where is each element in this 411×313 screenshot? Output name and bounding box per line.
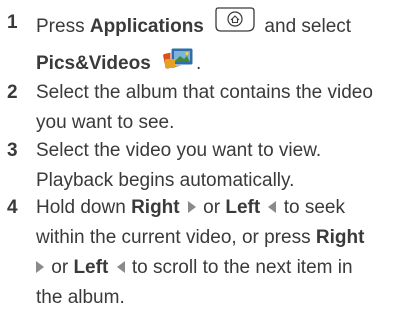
step-number: 4 <box>7 197 18 218</box>
step-text: Hold down Right or Left to seek within t… <box>36 193 408 313</box>
step-3-line-2: Playback begins automatically. <box>36 170 295 191</box>
step-text: Press Applications and select Pics&Video… <box>36 5 408 82</box>
step-3-line-1: Select the video you want to view. <box>36 140 322 161</box>
step-number: 2 <box>7 82 18 103</box>
step-number: 1 <box>7 12 18 33</box>
step-4-line-3: or Left to scroll to the next item in <box>36 253 408 283</box>
step-text: Select the video you want to view. Playb… <box>36 136 408 196</box>
step-2-line-1: Select the album that contains the video <box>36 82 373 103</box>
step-1-line-2: Pics&Videos . <box>36 46 408 82</box>
applications-key-icon <box>213 5 257 43</box>
left-arrow-icon <box>268 200 277 213</box>
step-4-line-2: within the current video, or press Right <box>36 227 365 248</box>
step-2-line-2: you want to see. <box>36 112 175 133</box>
pics-videos-app-icon <box>162 44 196 80</box>
step-text: Select the album that contains the video… <box>36 78 408 138</box>
step-4-line-1: Hold down Right or Left to seek <box>36 197 345 218</box>
step-1-line-1: Press Applications and select <box>36 5 408 46</box>
left-arrow-icon <box>116 260 125 273</box>
step-4-line-4: the album. <box>36 287 125 308</box>
right-arrow-icon <box>187 200 196 213</box>
right-arrow-icon <box>36 260 44 273</box>
step-number: 3 <box>7 140 18 161</box>
